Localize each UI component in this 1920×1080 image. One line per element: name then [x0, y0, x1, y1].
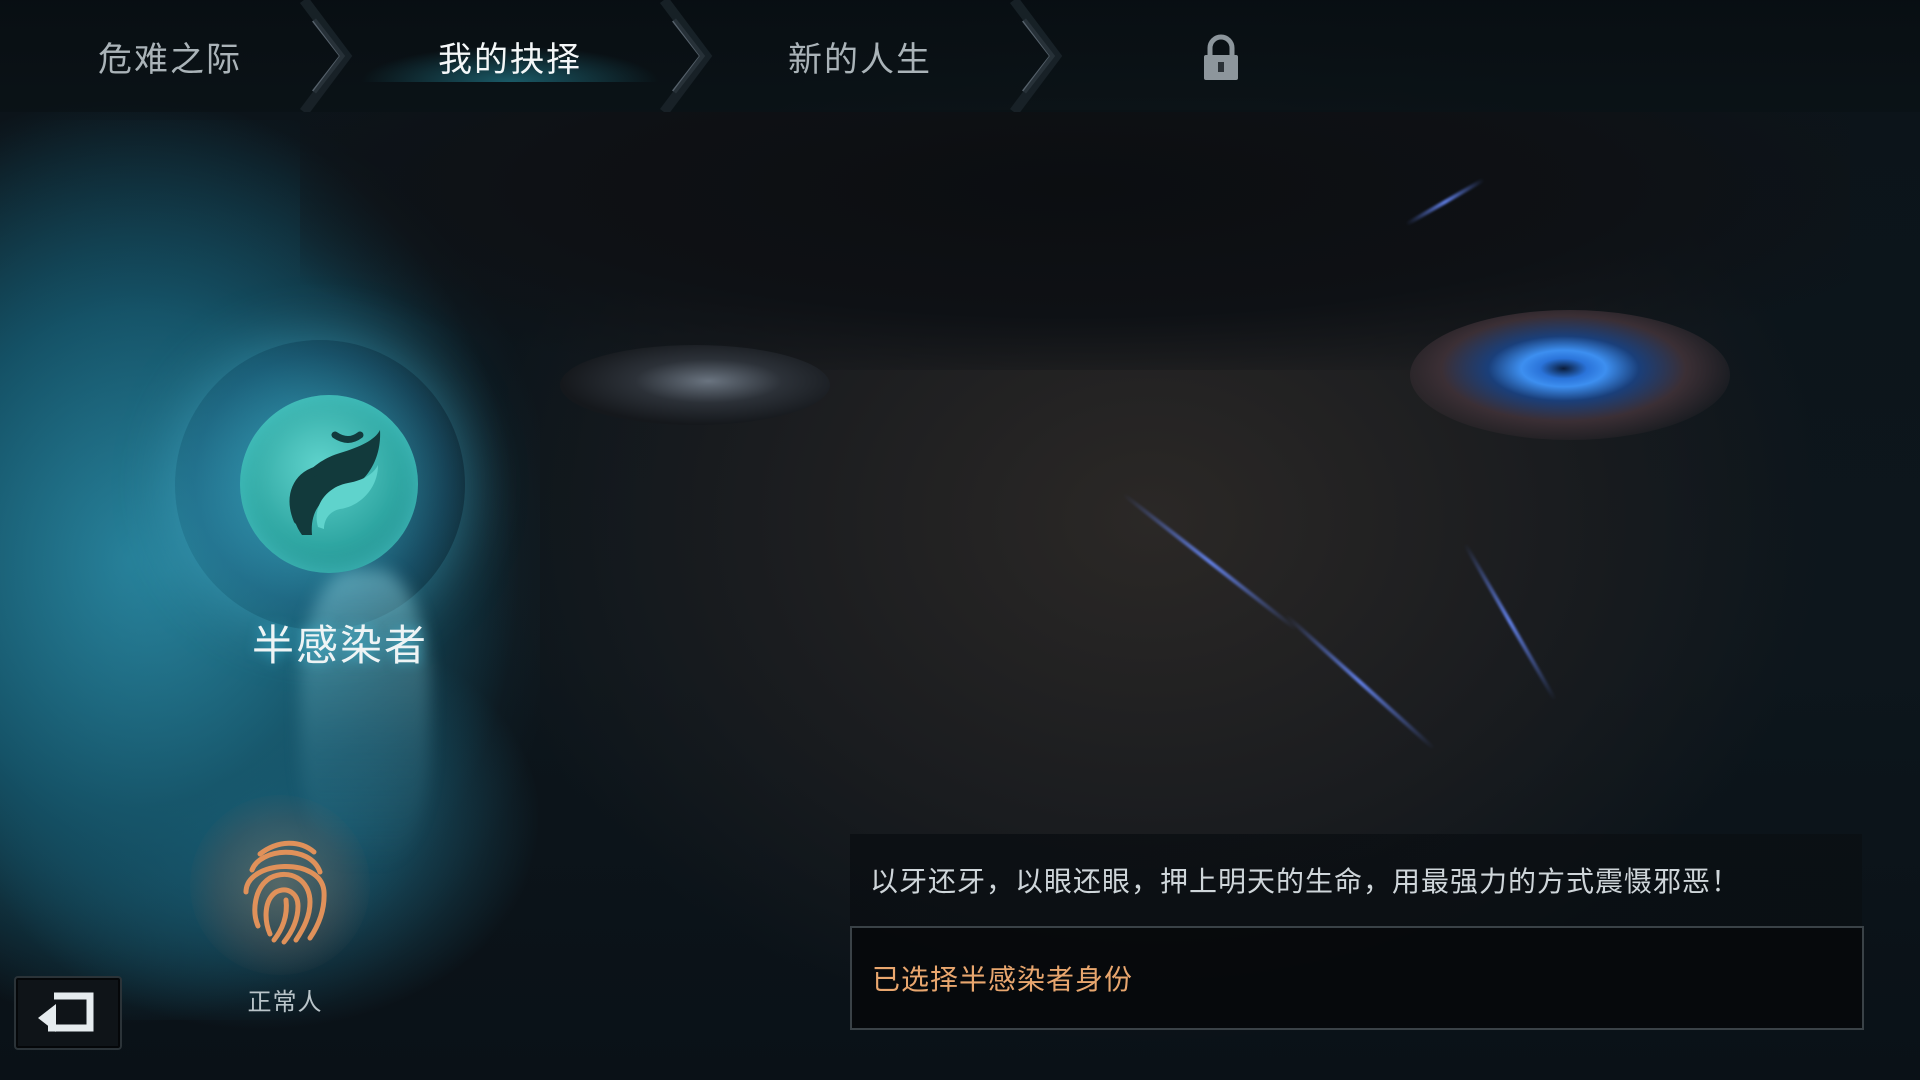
description-text: 以牙还牙，以眼还眼，押上明天的生命，用最强力的方式震慑邪恶！ — [870, 865, 1741, 898]
nav-step-choice[interactable]: 我的抉择 — [340, 0, 680, 112]
selection-status-box: 已选择半感染者身份 — [850, 926, 1864, 1030]
choice-description: 以牙还牙，以眼还眼，押上明天的生命，用最强力的方式震慑邪恶！ — [850, 834, 1862, 926]
fingerprint-icon[interactable] — [230, 830, 340, 950]
nav-step-label: 新的人生 — [788, 39, 932, 80]
character-left-eye — [560, 345, 830, 425]
back-arrow-icon — [38, 992, 94, 1032]
feather-emblem-icon[interactable] — [240, 395, 418, 573]
nav-step-crisis[interactable]: 危难之际 — [0, 0, 340, 112]
back-button[interactable] — [14, 976, 122, 1050]
progress-nav-bar: 危难之际 我的抉择 新的人生 — [0, 0, 1920, 115]
choice-label-half-infected[interactable]: 半感染者 — [240, 612, 440, 673]
choice-label-normal[interactable]: 正常人 — [230, 982, 340, 1017]
nav-step-new-life[interactable]: 新的人生 — [690, 0, 1030, 112]
nav-step-label: 危难之际 — [98, 39, 242, 80]
character-glowing-eye — [1410, 310, 1730, 440]
chevron-right-icon — [1010, 0, 1070, 115]
nav-step-label: 我的抉择 — [438, 39, 582, 80]
lock-icon — [1196, 34, 1246, 82]
status-text: 已选择半感染者身份 — [872, 963, 1134, 996]
